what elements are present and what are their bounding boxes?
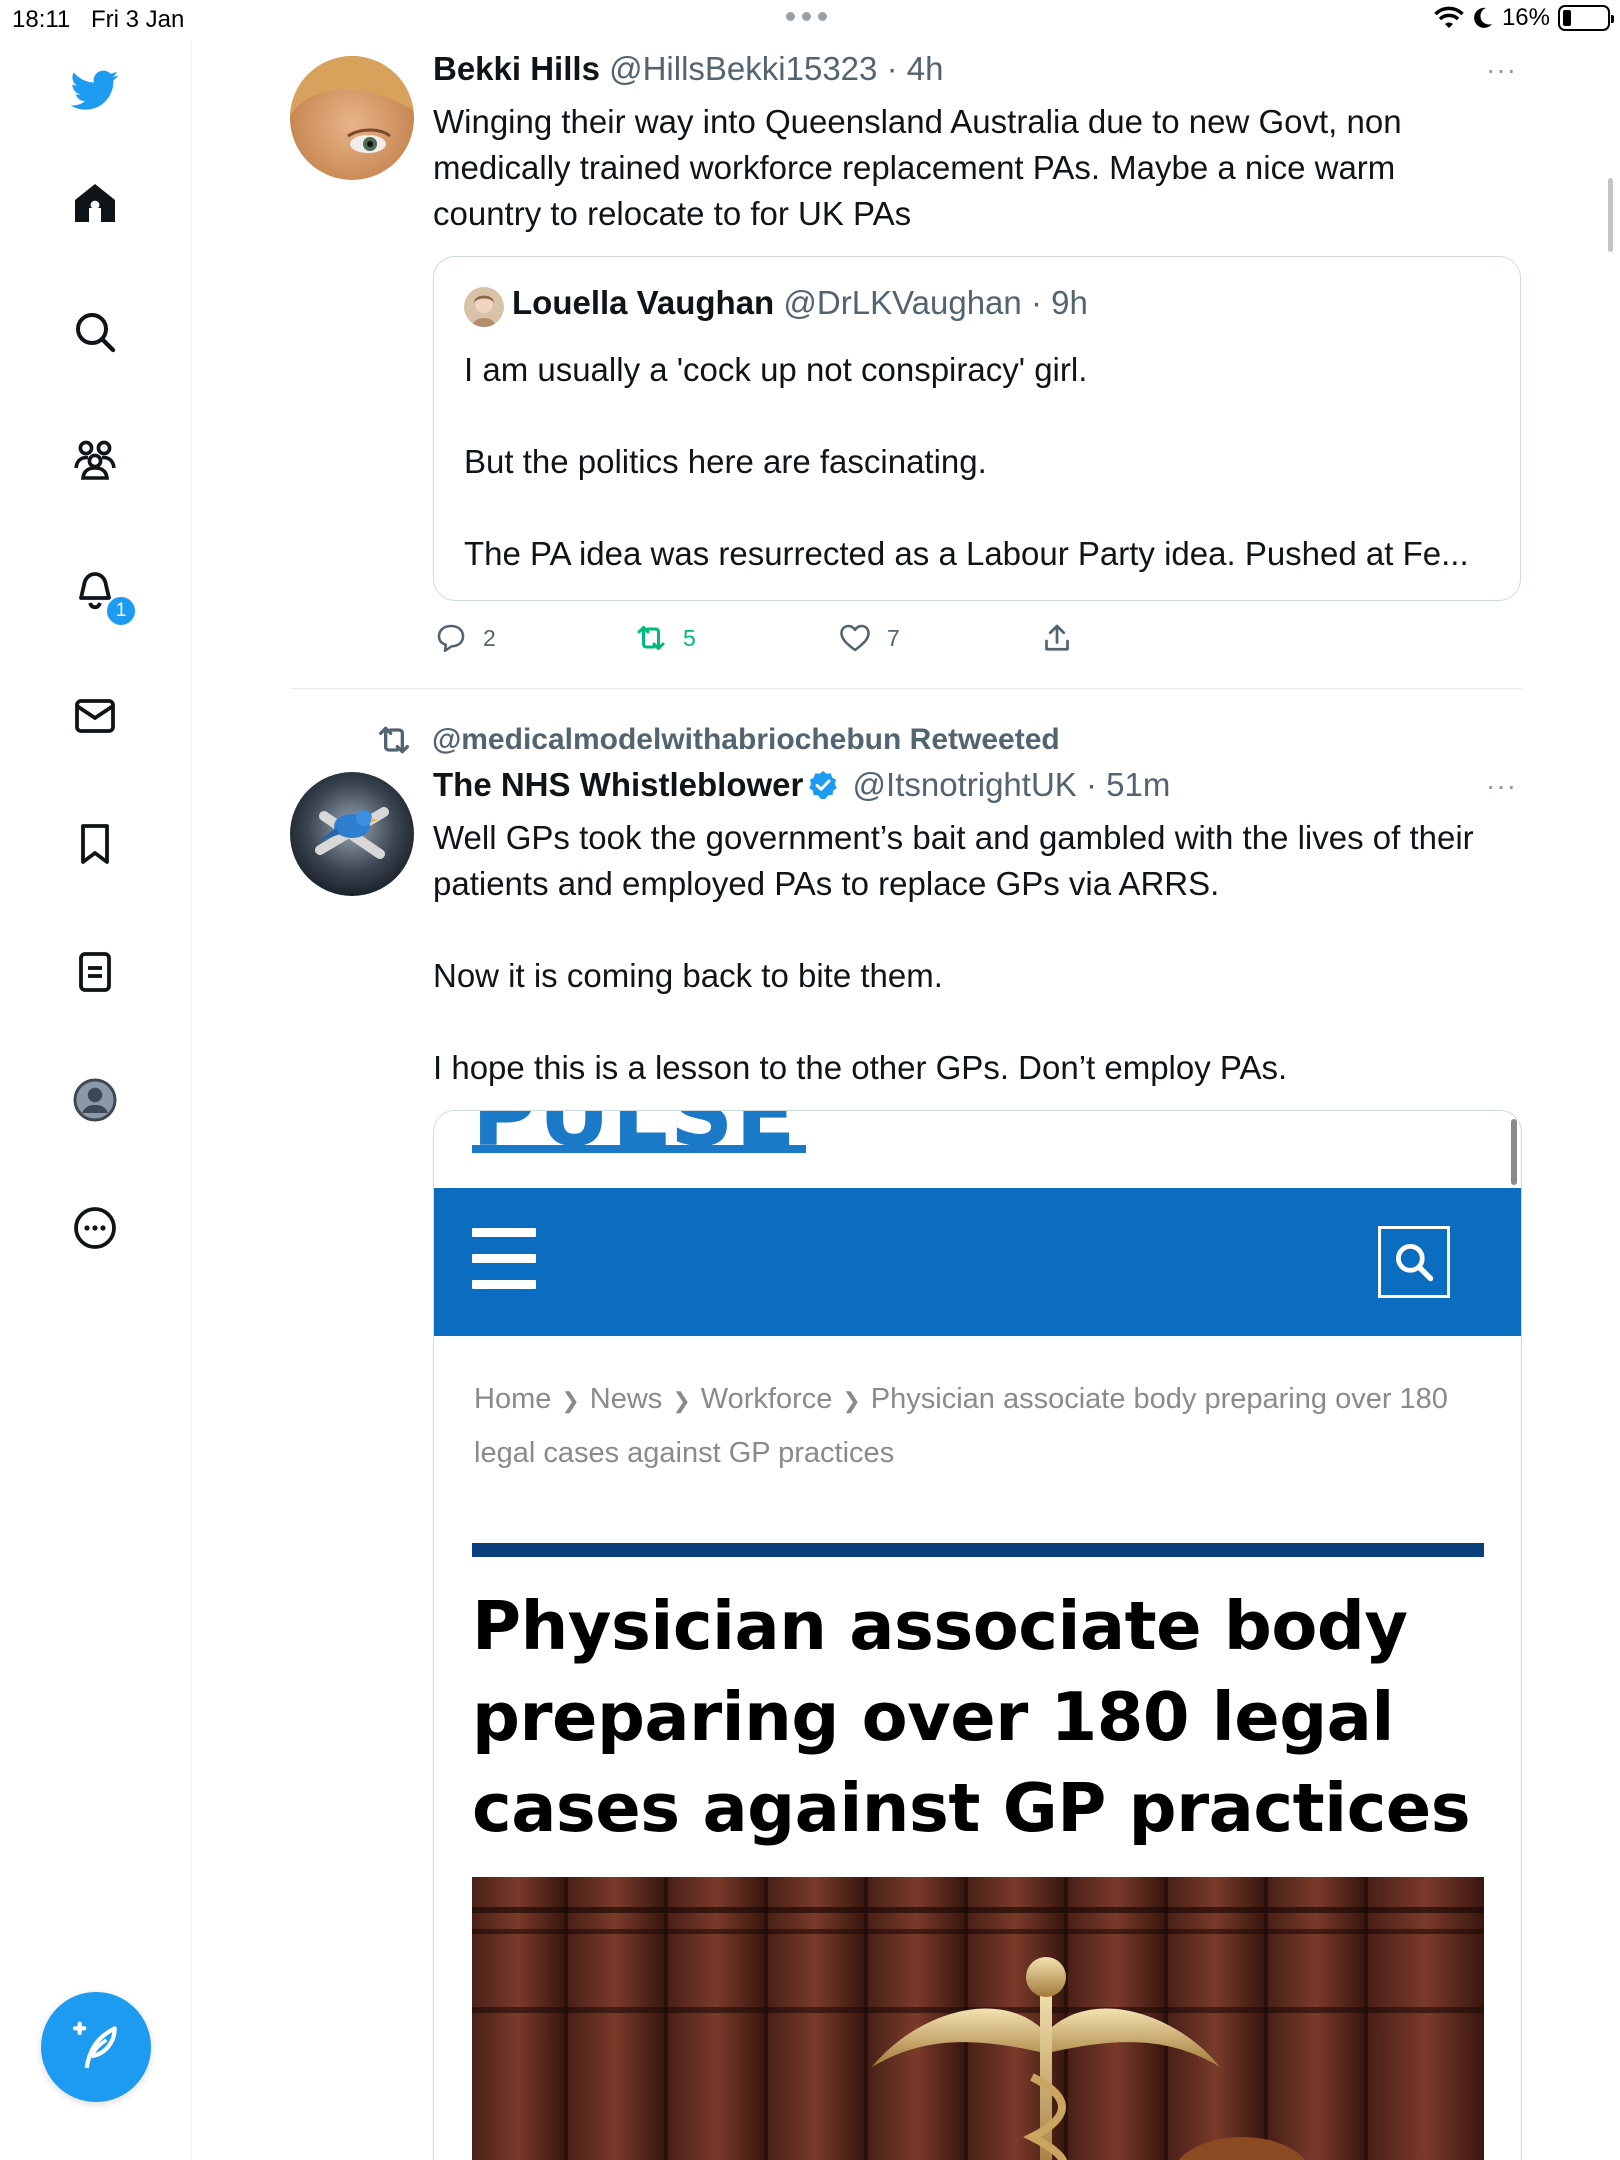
tweet-header: Bekki Hills @HillsBekki15323 · 4h [433,50,943,88]
tweet-header: The NHS Whistleblower @ItsnotrightUK · 5… [433,766,1170,804]
breadcrumb-chevron-icon: ❯ [672,1388,691,1413]
compose-feather-icon [72,2021,117,2069]
avatar-nhs-whistleblower[interactable] [290,772,414,896]
breadcrumb-item: News [589,1383,663,1415]
home-icon[interactable] [69,178,121,230]
tweet-paragraph: I hope this is a lesson to the other GPs… [433,1049,1288,1086]
author-handle[interactable]: @HillsBekki15323 [609,50,877,87]
battery-percent: 16% [1501,4,1550,31]
quoted-line: The PA idea was resurrected as a Labour … [464,535,1469,572]
author-name[interactable]: Bekki Hills [433,50,600,87]
battery-icon [1558,5,1614,31]
breadcrumb-item: Home [474,1383,552,1415]
avatar-bekki-hills[interactable] [290,56,414,180]
bookmarks-icon[interactable] [69,818,121,870]
moon-icon [1474,7,1492,28]
quoted-line: But the politics here are fascinating. [464,443,987,480]
share-icon [1045,624,1069,651]
lists-icon[interactable] [69,946,121,998]
status-right: 16% [1434,4,1614,32]
article-photo-caduceus [472,1877,1484,2160]
search-icon[interactable] [69,306,121,358]
communities-icon[interactable] [69,434,121,486]
quoted-author-name: Louella Vaughan [512,284,775,321]
page-scrollbar[interactable] [1608,178,1613,252]
breadcrumb-item: Workforce [700,1383,833,1415]
article-headline: Physician associate body preparing over … [472,1587,1471,1847]
article-breadcrumb: Home ❯ News ❯ Workforce ❯ Physician associate … [474,1373,1484,1479]
retweet-button[interactable]: 5 [633,620,696,656]
hamburger-menu-icon [472,1228,536,1290]
retweeted-by-label: @medicalmodelwithabriochebun Retweeted [432,723,1060,756]
retweet-count: 5 [683,624,696,651]
tweet-more-button[interactable]: ··· [1486,54,1517,86]
author-name[interactable]: The NHS Whistleblower [433,766,803,803]
tweet-time[interactable]: · 4h [887,50,944,87]
reply-button[interactable]: 2 [433,620,496,656]
like-button[interactable]: 7 [837,620,900,656]
share-button[interactable] [1039,620,1075,656]
multitasking-dots[interactable] [786,12,827,21]
breadcrumb-chevron-icon: ❯ [561,1388,580,1413]
tweet-divider [290,688,1522,689]
tweet-time[interactable]: · 51m [1086,766,1170,803]
tweet-text: Well GPs took the government’s bait and … [433,815,1523,1091]
profile-avatar-icon[interactable] [69,1074,121,1126]
more-options-icon[interactable] [69,1202,121,1254]
author-handle[interactable]: @ItsnotrightUK [853,766,1077,803]
compose-tweet-button[interactable] [41,1992,151,2102]
notification-count-badge: 1 [105,595,137,627]
status-bar: 18:11 Fri 3 Jan 16% [0,0,1620,40]
sidebar: 1 [0,40,192,2160]
status-time: 18:11 [12,6,71,33]
retweet-icon [637,626,665,650]
quoted-tweet-header: Louella Vaughan @DrLKVaughan · 9h [512,284,1088,322]
heart-icon [840,624,870,652]
messages-envelope-icon[interactable] [69,690,121,742]
avatar-louella-vaughan [464,287,504,327]
quoted-tweet-text: I am usually a 'cock up not conspiracy' … [464,347,1494,577]
pulse-logo-underline [472,1145,806,1153]
quoted-line: I am usually a 'cock up not conspiracy' … [464,351,1088,388]
retweet-icon [379,726,409,754]
tweet-more-button[interactable]: ··· [1486,770,1517,802]
verified-badge-icon [809,771,838,799]
quoted-tweet[interactable]: Louella Vaughan @DrLKVaughan · 9h I am u… [433,256,1521,601]
tweet-actions: 2 5 7 [433,620,1133,660]
pulse-logo-strip: PULSE [434,1111,1521,1188]
site-search-icon [1378,1226,1450,1298]
breadcrumb-chevron-icon: ❯ [842,1388,861,1413]
tweet-paragraph: Well GPs took the government’s bait and … [433,819,1474,902]
reply-icon [437,624,465,653]
retweeted-by-line[interactable]: @medicalmodelwithabriochebun Retweeted [374,720,1060,760]
wifi-icon [1434,6,1464,28]
reply-count: 2 [483,624,496,651]
like-count: 7 [887,624,900,651]
tweet-paragraph: Now it is coming back to bite them. [433,957,943,994]
headline-rule [472,1543,1484,1557]
status-date: Fri 3 Jan [91,6,185,33]
card-scrollbar [1511,1119,1517,1185]
site-nav-bar [434,1188,1521,1336]
twitter-bird-icon[interactable] [69,64,121,116]
quoted-tweet-time: · 9h [1030,284,1088,321]
link-card-image[interactable]: PULSE Home ❯ News ❯ Workforce ❯ Physician asso… [433,1110,1522,2160]
quoted-author-handle: @DrLKVaughan [783,284,1022,321]
tweet-text: Winging their way into Queensland Austra… [433,103,1402,232]
